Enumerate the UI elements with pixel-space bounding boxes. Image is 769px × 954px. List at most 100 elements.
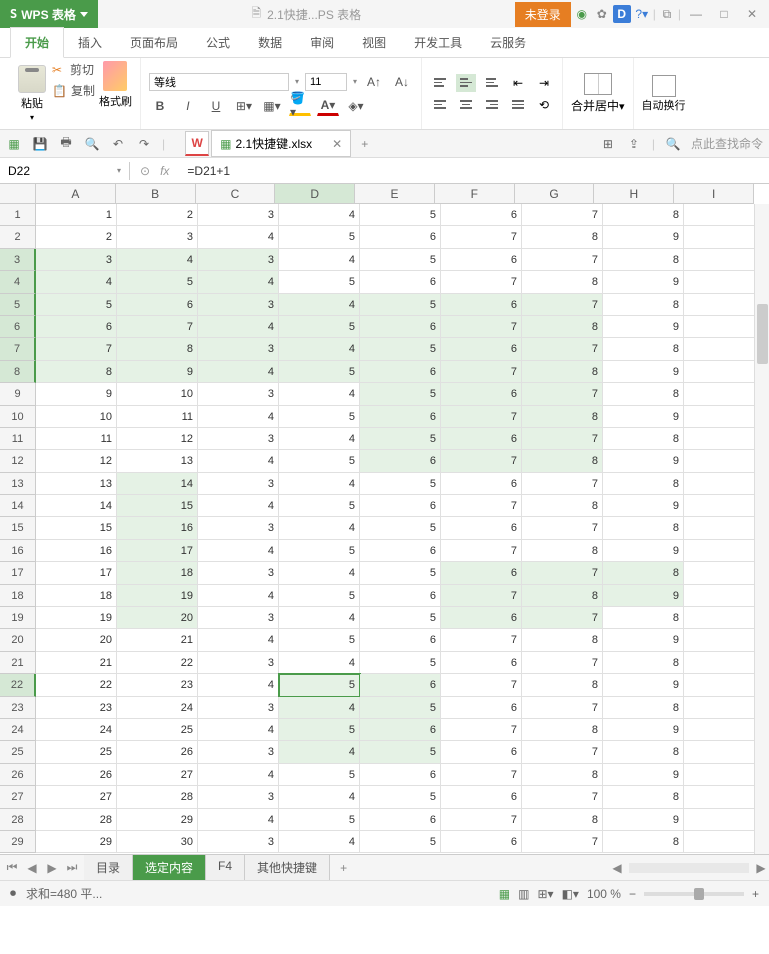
cell[interactable]: 1 [684,450,765,472]
orientation-button[interactable]: ⟲ [534,96,554,114]
cell[interactable]: 7 [522,831,603,853]
row-header[interactable]: 5 [0,294,36,316]
cell[interactable]: 18 [36,585,117,607]
cell[interactable]: 8 [117,338,198,360]
cell[interactable]: 6 [441,294,522,316]
cell[interactable]: 9 [603,719,684,741]
cell[interactable]: 8 [522,809,603,831]
cell[interactable]: 6 [360,809,441,831]
merge-center-button[interactable]: 合并居中▾ [571,73,625,114]
search-input[interactable]: 点此查找命令 [691,135,763,152]
cell[interactable]: 5 [360,562,441,584]
cell[interactable]: 3 [198,607,279,629]
cell[interactable]: 9 [603,495,684,517]
vertical-scrollbar[interactable] [754,204,769,854]
row-header[interactable]: 15 [0,517,36,539]
cell[interactable]: 5 [360,204,441,226]
cell[interactable]: 6 [441,428,522,450]
row-header[interactable]: 6 [0,316,36,338]
cell[interactable]: 11 [117,406,198,428]
cell[interactable]: 5 [279,361,360,383]
select-all-corner[interactable] [0,184,36,204]
cell[interactable]: 14 [117,473,198,495]
cell[interactable]: 3 [198,741,279,763]
cell[interactable]: 6 [360,674,441,696]
cell[interactable]: 5 [360,517,441,539]
cell[interactable]: 6 [36,316,117,338]
cell[interactable]: 8 [522,226,603,248]
sheet-tab[interactable]: F4 [206,855,245,880]
align-top-button[interactable] [430,74,450,92]
cell[interactable]: 8 [36,361,117,383]
cell[interactable]: 25 [117,719,198,741]
cell[interactable]: 8 [522,629,603,651]
cell[interactable] [684,607,765,629]
cell[interactable]: 6 [441,383,522,405]
cell[interactable]: 8 [522,271,603,293]
cell[interactable]: 1 [684,406,765,428]
align-right-button[interactable] [482,96,502,114]
cell[interactable]: 5 [360,249,441,271]
cell[interactable]: 1 [684,540,765,562]
zoom-in-button[interactable]: + [752,887,759,901]
cell[interactable]: 7 [522,562,603,584]
cell[interactable]: 5 [360,831,441,853]
cell[interactable]: 6 [360,719,441,741]
cell[interactable]: 8 [603,517,684,539]
cell[interactable]: 6 [360,406,441,428]
cell[interactable]: 9 [603,629,684,651]
cell[interactable]: 9 [603,271,684,293]
cell[interactable]: 8 [522,316,603,338]
view-layout-icon[interactable]: ⊞▾ [537,887,553,901]
cell[interactable]: 6 [360,540,441,562]
new-tab-button[interactable]: + [353,133,376,155]
cell[interactable]: 7 [522,652,603,674]
cell[interactable]: 6 [360,495,441,517]
cell[interactable]: 18 [117,562,198,584]
cell[interactable]: 1 [684,316,765,338]
underline-button[interactable]: U [205,96,227,116]
row-header[interactable]: 29 [0,831,36,853]
cell[interactable]: 4 [279,428,360,450]
cell[interactable]: 29 [117,809,198,831]
cell[interactable]: 6 [441,697,522,719]
row-header[interactable]: 13 [0,473,36,495]
cell[interactable]: 3 [36,249,117,271]
cell[interactable]: 3 [198,204,279,226]
cell[interactable]: 3 [198,831,279,853]
cell[interactable]: 11 [36,428,117,450]
cell[interactable]: 9 [603,406,684,428]
cell[interactable] [684,338,765,360]
cell[interactable]: 4 [198,540,279,562]
cell[interactable]: 8 [522,361,603,383]
cell[interactable]: 1 [684,271,765,293]
row-header[interactable]: 28 [0,809,36,831]
menu-tab-6[interactable]: 视图 [348,28,400,57]
cell[interactable]: 5 [360,786,441,808]
login-button[interactable]: 未登录 [515,2,571,27]
align-middle-button[interactable] [456,74,476,92]
row-header[interactable]: 27 [0,786,36,808]
zoom-thumb[interactable] [694,888,704,900]
redo-icon[interactable]: ↷ [136,136,152,152]
col-header[interactable]: G [515,184,595,204]
cell[interactable]: 6 [360,226,441,248]
cell[interactable]: 5 [279,764,360,786]
cell[interactable]: 1 [684,629,765,651]
cell[interactable]: 26 [36,764,117,786]
indent-decrease-button[interactable]: ⇤ [508,74,528,92]
cell[interactable]: 8 [603,338,684,360]
border-button[interactable]: ⊞▾ [233,96,255,116]
cell[interactable] [684,473,765,495]
cell[interactable]: 6 [441,741,522,763]
print-preview-icon[interactable]: 🔍 [84,136,100,152]
cell[interactable]: 1 [684,674,765,696]
col-header[interactable]: H [594,184,674,204]
cell[interactable]: 8 [603,428,684,450]
cell[interactable]: 9 [603,540,684,562]
cell[interactable]: 8 [522,764,603,786]
cell[interactable]: 7 [522,294,603,316]
cell[interactable]: 2 [36,226,117,248]
cell[interactable]: 21 [117,629,198,651]
cell[interactable]: 6 [441,652,522,674]
